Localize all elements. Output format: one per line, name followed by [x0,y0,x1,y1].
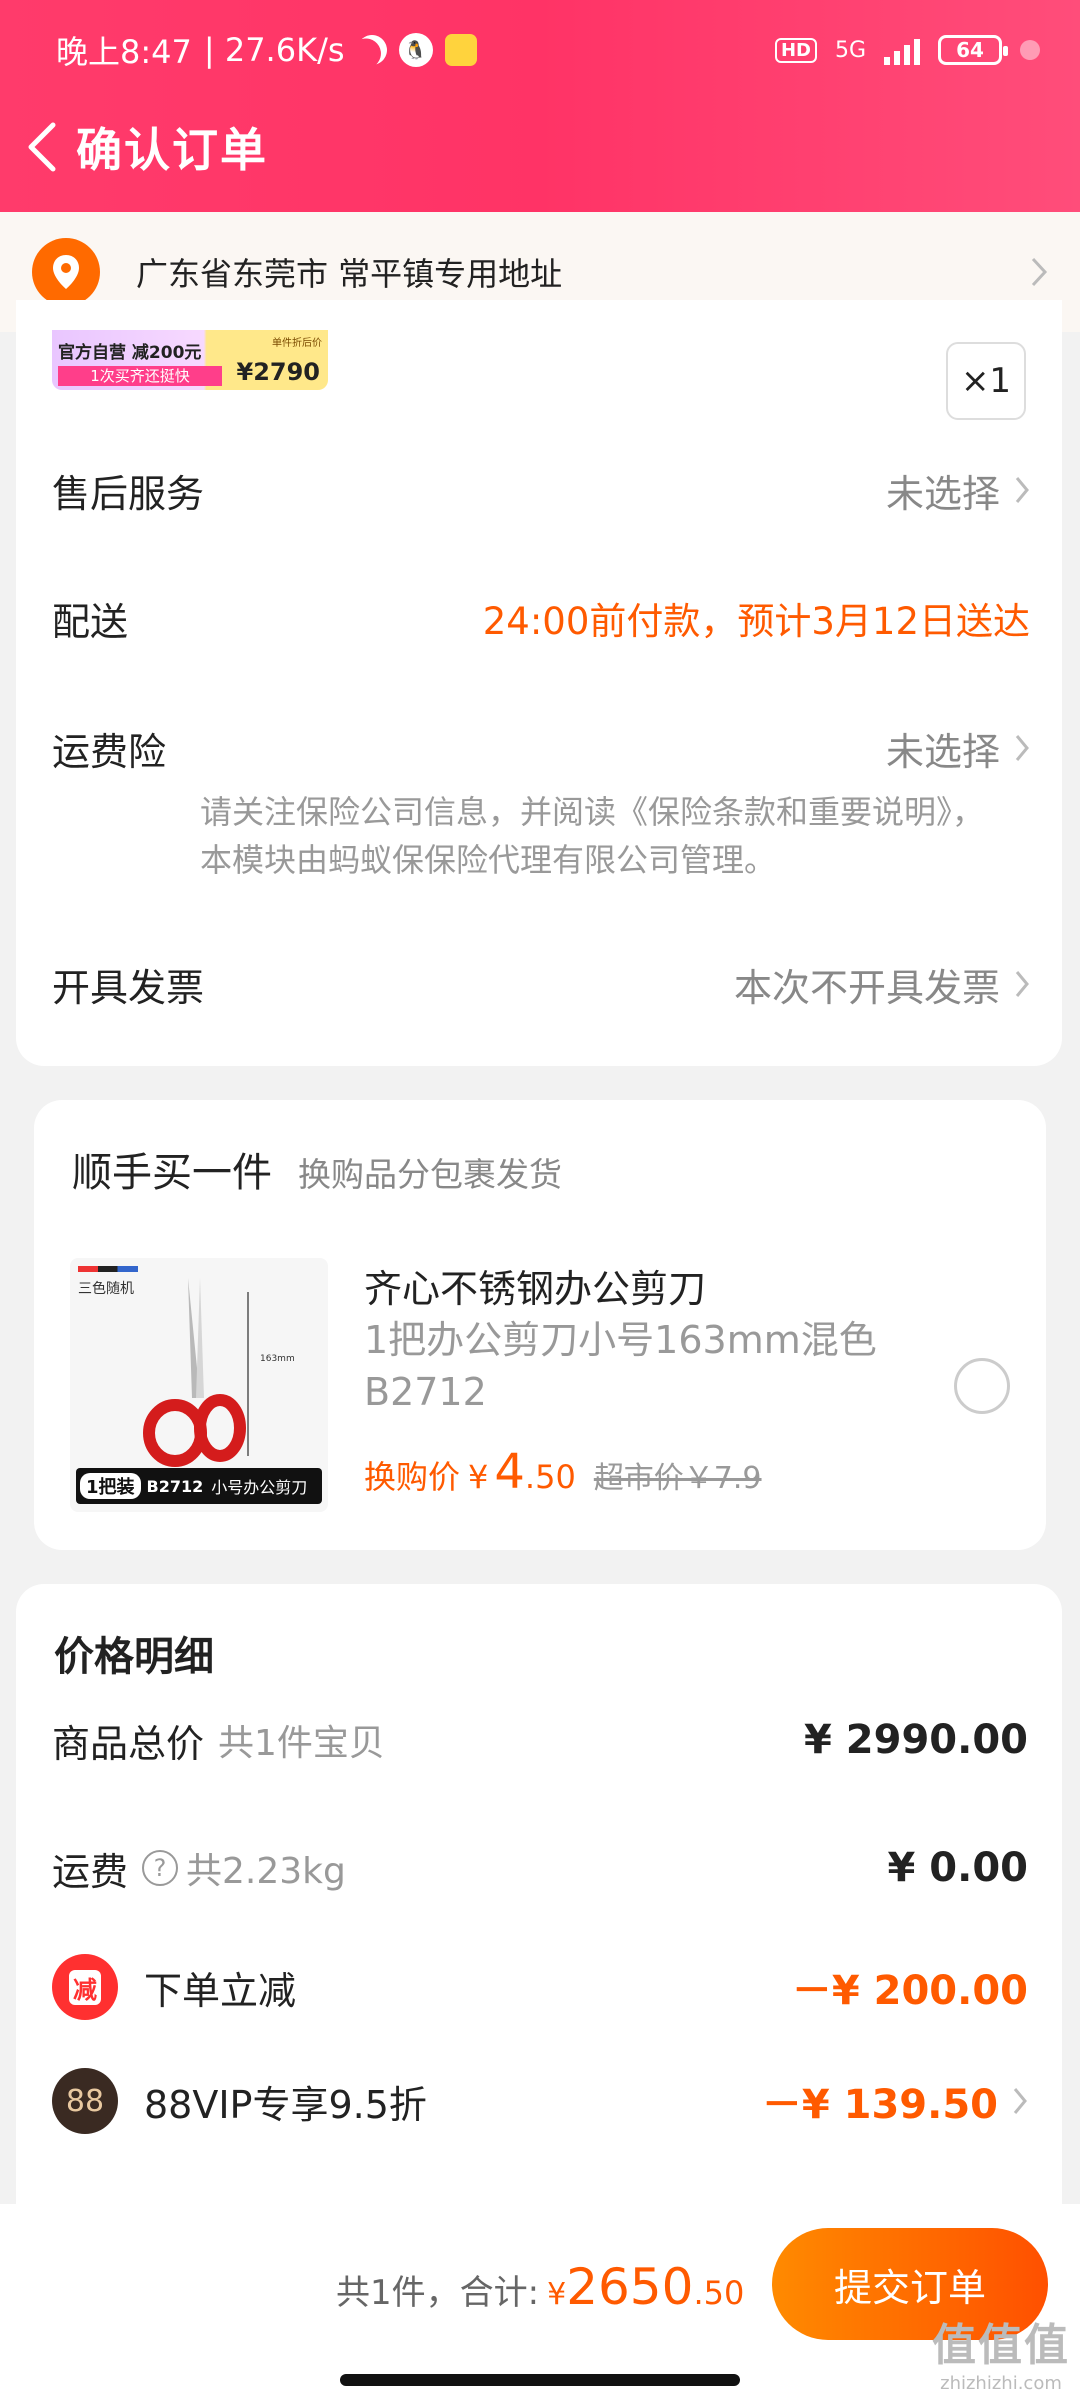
price-detail-card: 价格明细 商品总价 共1件宝贝 ¥ 2990.00 运费 ? 共2.23kg ¥… [16,1584,1062,2204]
hd-icon: HD [774,37,817,63]
insurance-note: 请关注保险公司信息，并阅读《保险条款和重要说明》，本模块由蚂蚁保保险代理有限公司… [200,793,985,879]
note-app-icon [444,34,477,66]
discount-row: 减 下单立减 －¥ 200.00 [52,1950,1028,2024]
status-time: 晚上8:47 [56,33,192,71]
goods-total-sub: 共1件宝贝 [218,1723,385,1764]
img-caption-bar: 1把装 B2712 小号办公剪刀 [76,1468,322,1504]
invoice-value: 本次不开具发票 [733,965,1000,1010]
chevron-right-icon [1015,971,1029,997]
order-options-card: 官方自营 减200元 1次买齐还挺快 单件折后价 ¥2790 ×1 售后服务 未… [16,300,1062,1066]
delivery-value: 24:00前付款，预计3月12日送达 [482,600,1030,643]
shipping-insurance-label: 运费险 [52,729,167,774]
scissors-product-image[interactable]: 三色随机 163mm 1把装 B2712 小号办公剪刀 [70,1258,328,1512]
home-indicator[interactable] [340,2374,740,2386]
promo-line2: 1次买齐还挺快 [58,366,222,386]
shipping-fee-row: 运费 ? 共2.23kg ¥ 0.00 [52,1836,1028,1900]
order-total: 共1件，合计: ¥ 2650 .50 [336,2258,744,2316]
shipping-fee-amount: ¥ 0.00 [887,1845,1028,1891]
chevron-right-icon [1015,477,1029,503]
quantity-stepper[interactable]: ×1 [946,342,1026,420]
watermark-logo: 值值值 zhizhizhi.com [932,2309,1070,2394]
discount-label: 下单立减 [144,1968,297,2013]
watermark-line2: zhizhizhi.com [940,2373,1062,2394]
camera-dot [1020,40,1040,60]
addon-product-spec: 1把办公剪刀小号163mm混色B2712 [364,1318,877,1414]
help-icon[interactable]: ? [142,1850,179,1886]
status-net-speed: | 27.6K/s [203,31,345,69]
after-sales-value: 未选择 [885,471,1000,516]
total-int: 2650 [566,2258,694,2316]
addon-title: 顺手买一件 [72,1150,272,1196]
price-detail-title: 价格明细 [54,1634,214,1680]
chevron-right-icon [1015,735,1029,761]
promo-line1: 官方自营 减200元 [58,343,202,363]
total-dec: .50 [693,2274,745,2312]
after-sales-row[interactable]: 售后服务 未选择 [52,454,1030,526]
addon-card: 顺手买一件 换购品分包裹发货 三色随机 163mm 1把装 B2712 小号办公… [34,1100,1046,1550]
goods-total-row: 商品总价 共1件宝贝 ¥ 2990.00 [52,1708,1028,1772]
img-badge: 1把装 [80,1473,141,1499]
battery-icon: 64 [938,35,1008,65]
shipping-insurance-row[interactable]: 运费险 未选择 [52,712,1030,784]
invoice-row[interactable]: 开具发票 本次不开具发票 [52,948,1030,1020]
qq-icon: 🐧 [398,33,433,67]
checkout-bar: 共1件，合计: ¥ 2650 .50 提交订单 值值值 zhizhizhi.co… [0,2204,1080,2400]
addon-price: 换购价 ¥ 4 .50 超市价￥7.9 [364,1444,762,1500]
moon-icon [351,30,392,71]
chevron-right-icon [1031,257,1048,287]
promo-price: ¥2790 [236,358,321,386]
after-sales-label: 售后服务 [52,471,205,516]
shipping-weight: 共2.23kg [186,1851,346,1892]
price-currency: ¥ [468,1458,489,1496]
vip-badge-text: 88 [65,2083,105,2119]
chevron-right-icon [1013,2088,1027,2114]
market-price: 超市价￥7.9 [593,1461,762,1496]
invoice-label: 开具发票 [52,965,205,1010]
promo-small: 单件折后价 [272,338,322,349]
price-label: 换购价 [364,1458,461,1496]
back-arrow-icon[interactable] [20,119,64,175]
addon-select-radio[interactable] [954,1358,1010,1414]
img-code: B2712 [146,1476,204,1496]
shipping-fee-label: 运费 [52,1849,129,1894]
addon-subtitle: 换购品分包裹发货 [298,1155,562,1194]
vip-88-badge-icon: 88 [52,2068,118,2134]
img-caption: 小号办公剪刀 [211,1478,308,1497]
total-currency: ¥ [547,2277,567,2312]
vip-discount-label: 88VIP专享9.5折 [144,2082,427,2127]
vip-discount-row[interactable]: 88 88VIP专享9.5折 －¥ 139.50 [52,2064,1028,2138]
status-bar: 晚上8:47 | 27.6K/s 🐧 HD 5G 64 [56,28,1040,72]
addon-product-name[interactable]: 齐心不锈钢办公剪刀 [364,1258,706,1313]
goods-total-amount: ¥ 2990.00 [804,1717,1028,1763]
img-tag: 三色随机 [78,1266,138,1298]
price-dec: .50 [524,1458,576,1496]
scissors-icon [143,1278,249,1467]
vip-discount-amount: －¥ 139.50 [761,2082,998,2128]
discount-amount: －¥ 200.00 [791,1968,1028,2014]
discount-badge-text: 减 [69,1969,101,2005]
product-promo-image: 官方自营 减200元 1次买齐还挺快 单件折后价 ¥2790 [52,330,328,390]
battery-level: 64 [956,38,984,62]
page-title: 确认订单 [76,123,268,177]
network-label: 5G [834,37,866,63]
goods-total-label: 商品总价 [52,1721,205,1766]
shipping-insurance-value: 未选择 [885,729,1000,774]
watermark-line1: 值值值 [932,2320,1070,2371]
price-int: 4 [494,1444,525,1500]
address-text: 广东省东莞市 常平镇专用地址 [136,255,563,293]
delivery-label: 配送 [52,599,129,644]
delivery-row: 配送 24:00前付款，预计3月12日送达 [52,582,1030,654]
header-bar: 晚上8:47 | 27.6K/s 🐧 HD 5G 64 确认订单 [0,0,1080,212]
img-size: 163mm [260,1354,295,1364]
location-pin-icon [32,238,100,306]
total-summary: 共1件，合计: [336,2273,540,2313]
discount-badge-icon: 减 [52,1954,118,2020]
signal-icon [884,35,920,65]
